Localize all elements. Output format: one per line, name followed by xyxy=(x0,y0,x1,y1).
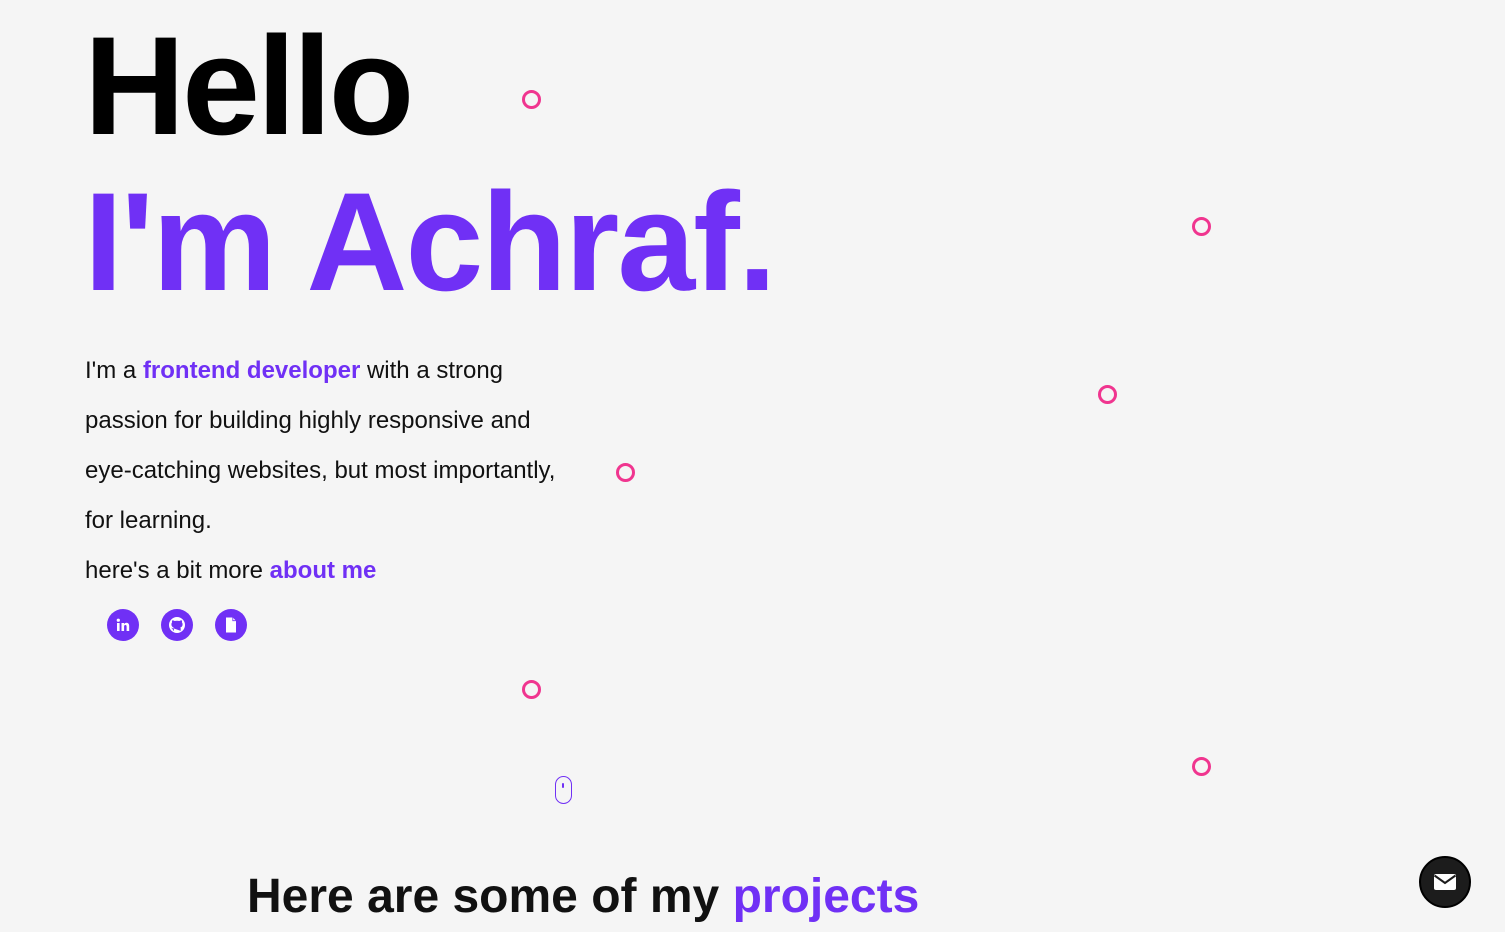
intro-line-2: passion for building highly responsive a… xyxy=(85,407,531,434)
intro-line-4: for learning. xyxy=(85,507,212,534)
intro-line-1-post: with a strong xyxy=(360,357,504,384)
social-links xyxy=(107,609,247,641)
intro-line-1: I'm a frontend developer with a strong xyxy=(85,346,605,396)
contact-button[interactable] xyxy=(1419,856,1471,908)
intro-text: I'm a frontend developer with a strong p… xyxy=(85,346,605,596)
intro-more-pre: here's a bit more xyxy=(85,557,270,584)
scroll-down-mouse-icon[interactable] xyxy=(555,776,572,804)
linkedin-icon xyxy=(116,618,130,631)
envelope-icon xyxy=(1433,874,1457,890)
resume-button[interactable] xyxy=(215,609,247,641)
projects-heading-accent: projects xyxy=(732,870,920,923)
github-button[interactable] xyxy=(161,609,193,641)
intro-more: here's a bit more about me xyxy=(85,546,605,596)
linkedin-button[interactable] xyxy=(107,609,139,641)
decorative-ring xyxy=(522,90,541,109)
decorative-ring xyxy=(616,463,635,482)
intro-role: frontend developer xyxy=(142,357,361,384)
github-icon xyxy=(169,617,185,633)
document-icon xyxy=(226,617,236,633)
projects-heading-pre: Here are some of my xyxy=(247,870,733,923)
intro-line-3: eye-catching websites, but most importan… xyxy=(85,457,556,484)
decorative-ring xyxy=(1098,385,1117,404)
projects-heading: Here are some of my projects xyxy=(247,868,919,926)
about-me-link[interactable]: about me xyxy=(270,557,377,584)
decorative-ring xyxy=(1192,217,1211,236)
decorative-ring xyxy=(1192,757,1211,776)
mouse-wheel xyxy=(562,783,564,788)
decorative-ring xyxy=(522,680,541,699)
intro-line-1-pre: I'm a xyxy=(85,357,143,384)
hero-name: I'm Achraf. xyxy=(84,163,777,320)
hero-greeting: Hello xyxy=(84,7,414,164)
